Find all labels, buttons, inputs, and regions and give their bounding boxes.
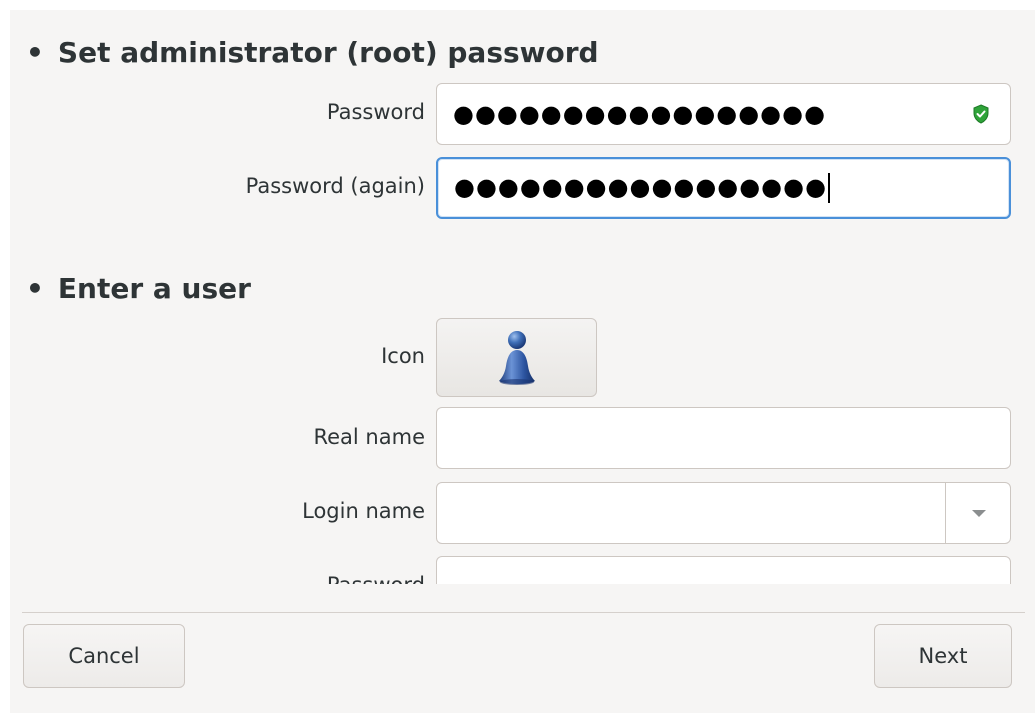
icon-label: Icon [381,344,425,368]
green-shield-check-icon [973,104,989,124]
root-section-title: • Set administrator (root) password [26,36,599,69]
root-password-label: Password [326,100,425,124]
real-name-field[interactable] [436,407,1011,469]
user-section-title-text: Enter a user [57,272,251,305]
root-password-again-label: Password (again) [245,174,425,198]
login-name-label: Login name [302,499,425,523]
user-section-title: • Enter a user [26,272,251,305]
root-password-again-field[interactable]: ●●●●●●●●●●●●●●●●● [436,157,1011,219]
next-button[interactable]: Next [874,624,1012,688]
real-name-label: Real name [313,425,425,449]
text-caret [828,173,831,203]
user-password-label: Password [327,573,425,584]
user-icon-button[interactable] [436,318,597,397]
setup-window: • Set administrator (root) password Passw… [10,10,1035,713]
root-section-title-text: Set administrator (root) password [57,36,599,69]
root-password-again-value: ●●●●●●●●●●●●●●●●● [454,173,828,201]
form-scroll-area[interactable]: • Set administrator (root) password Passw… [10,10,1035,584]
bullet: • [26,272,44,305]
bullet: • [26,36,44,69]
chevron-down-icon[interactable] [972,510,986,517]
login-name-combo[interactable] [436,482,1011,544]
user-password-field[interactable] [436,556,1011,584]
root-password-again-container: ●●●●●●●●●●●●●●●●● [454,173,831,203]
cancel-button[interactable]: Cancel [23,624,185,688]
combo-divider [945,483,946,543]
footer-separator [22,612,1025,613]
root-password-value: ●●●●●●●●●●●●●●●●● [453,100,827,128]
root-password-field[interactable]: ●●●●●●●●●●●●●●●●● [436,83,1011,145]
user-avatar-icon [499,331,535,385]
